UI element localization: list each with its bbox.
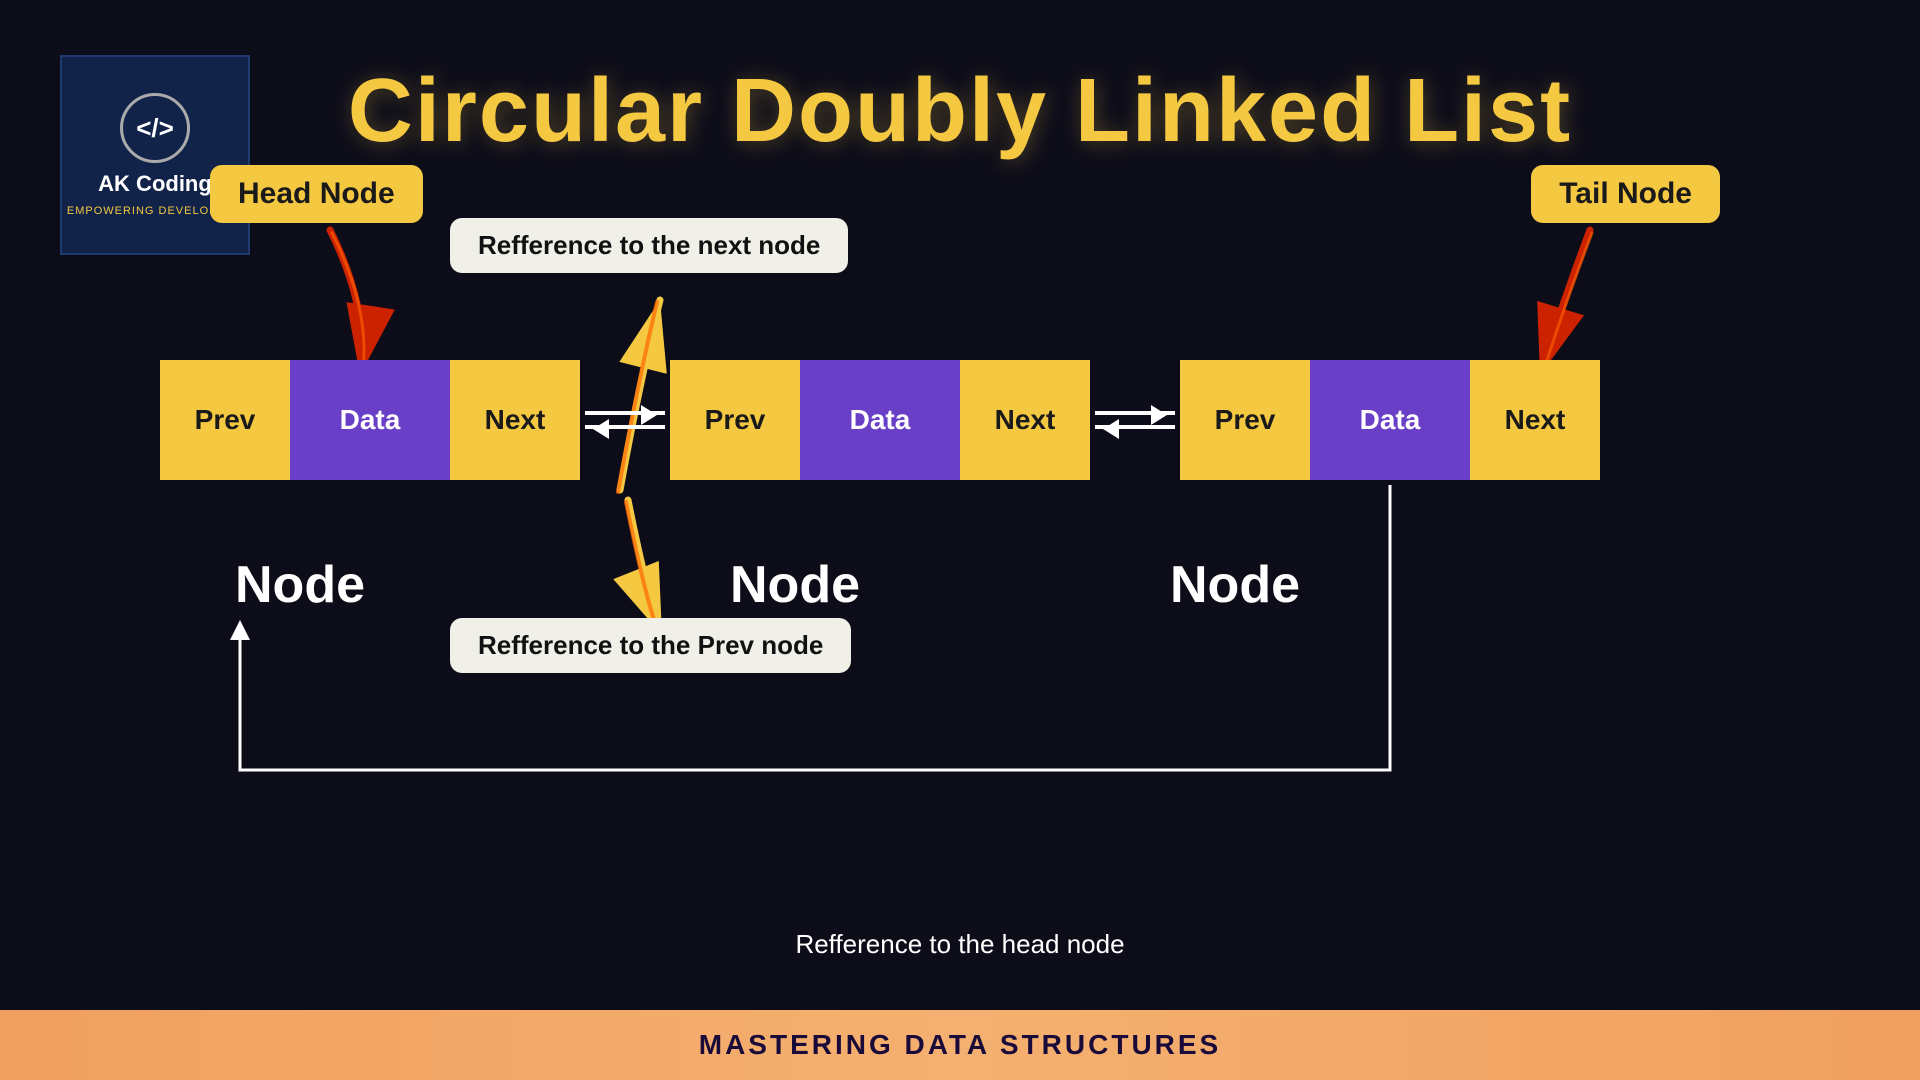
- logo-title: AK Coding: [98, 171, 212, 197]
- ref-prev-badge: Refference to the Prev node: [450, 618, 851, 673]
- node1-label: Node: [235, 555, 365, 615]
- node1-data: Data: [290, 360, 450, 480]
- node3-data: Data: [1310, 360, 1470, 480]
- forward-arrow-1: [585, 411, 665, 415]
- arrow-2-3: [1090, 411, 1180, 429]
- ref-head-text: Refference to the head node: [0, 929, 1920, 960]
- node2-data: Data: [800, 360, 960, 480]
- page-title: Circular Doubly Linked List: [0, 60, 1920, 163]
- backward-arrow-2: [1095, 425, 1175, 429]
- node1-next: Next: [450, 360, 580, 480]
- backward-arrow-1: [585, 425, 665, 429]
- node2-label: Node: [730, 555, 860, 615]
- node-2: Prev Data Next: [670, 360, 1090, 480]
- node2-prev: Prev: [670, 360, 800, 480]
- node-3: Prev Data Next: [1180, 360, 1600, 480]
- node2-next: Next: [960, 360, 1090, 480]
- node-1: Prev Data Next: [160, 360, 580, 480]
- node1-prev: Prev: [160, 360, 290, 480]
- ref-next-badge: Refference to the next node: [450, 218, 848, 273]
- nodes-row: Prev Data Next Prev Data Next Prev Data …: [160, 360, 1600, 480]
- arrow-1-2: [580, 411, 670, 429]
- head-node-badge: Head Node: [210, 165, 423, 223]
- forward-arrow-2: [1095, 411, 1175, 415]
- node3-next: Next: [1470, 360, 1600, 480]
- footer-text: MASTERING DATA STRUCTURES: [699, 1029, 1221, 1061]
- node3-prev: Prev: [1180, 360, 1310, 480]
- node3-label: Node: [1170, 555, 1300, 615]
- footer-bar: MASTERING DATA STRUCTURES: [0, 1010, 1920, 1080]
- tail-node-badge: Tail Node: [1531, 165, 1720, 223]
